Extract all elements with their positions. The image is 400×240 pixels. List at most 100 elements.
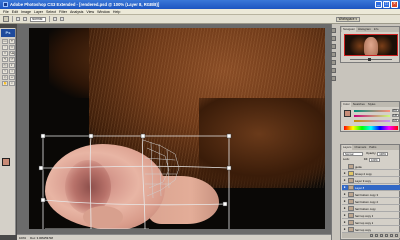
magic-wand-icon[interactable]: ⤧	[9, 45, 15, 50]
layer-row[interactable]: ● hair bottom copy 2	[342, 199, 400, 205]
close-button[interactable]: ×	[391, 1, 398, 8]
warp-transform-grid[interactable]	[29, 28, 325, 229]
brush-tool-icon[interactable]: ✎	[2, 57, 8, 62]
green-slider[interactable]	[354, 115, 390, 117]
blue-value[interactable]: 121	[392, 119, 399, 122]
blend-mode-dropdown[interactable]: Normal	[343, 151, 363, 156]
layer-style-icon[interactable]	[375, 234, 378, 237]
cancel-icon[interactable]	[60, 17, 64, 21]
visibility-eye-icon[interactable]: ●	[342, 178, 347, 183]
color-spectrum[interactable]	[344, 126, 398, 130]
dodge-tool-icon[interactable]: ◐	[9, 63, 15, 68]
new-group-icon[interactable]	[385, 234, 388, 237]
foreground-color[interactable]	[2, 158, 10, 166]
history-icon[interactable]	[331, 28, 336, 33]
tab-layers[interactable]: Layers	[342, 145, 353, 150]
menu-view[interactable]: View	[86, 10, 94, 14]
red-value[interactable]: 201	[392, 109, 399, 112]
tab-swatches[interactable]: Swatches	[352, 102, 366, 107]
tab-channels[interactable]: Channels	[353, 145, 367, 150]
warp-handle[interactable]	[40, 197, 46, 203]
brushes-icon[interactable]	[331, 44, 336, 49]
pencil-tool-icon[interactable]: ✑	[9, 57, 15, 62]
visibility-eye-icon[interactable]: ●	[342, 220, 347, 225]
opacity-field[interactable]: 100%	[377, 151, 389, 156]
menu-filter[interactable]: Filter	[59, 10, 67, 14]
maximize-button[interactable]: □	[383, 1, 390, 8]
pen-tool-icon[interactable]: ⌁	[2, 69, 8, 74]
layer-row[interactable]: ● hair bottom copy 3	[342, 192, 400, 198]
menu-file[interactable]: File	[3, 10, 9, 14]
workspace-button[interactable]: Workspace ▾	[335, 17, 360, 22]
tab-navigator[interactable]: Navigator	[342, 27, 356, 32]
warp-handle[interactable]	[222, 201, 228, 207]
visibility-eye-icon[interactable]	[342, 164, 347, 169]
menu-help[interactable]: Help	[113, 10, 120, 14]
tab-styles[interactable]: Styles	[367, 102, 377, 107]
delete-layer-icon[interactable]	[395, 234, 398, 237]
zoom-tool-icon[interactable]: ⌕	[9, 81, 15, 86]
layer-row[interactable]: ● hair top copy 3	[342, 213, 400, 219]
visibility-eye-icon[interactable]: ●	[342, 227, 347, 232]
menu-window[interactable]: Window	[97, 10, 110, 14]
menu-analysis[interactable]: Analysis	[70, 10, 83, 14]
menu-image[interactable]: Image	[21, 10, 31, 14]
new-layer-icon[interactable]	[390, 234, 393, 237]
option-toggle-icon[interactable]	[23, 17, 27, 21]
actions-icon[interactable]	[331, 36, 336, 41]
title-bar[interactable]: Adobe Photoshop CS3 Extended - [rendered…	[0, 0, 400, 9]
color-swatch[interactable]	[344, 110, 351, 117]
warp-handle[interactable]	[38, 165, 44, 171]
visibility-eye-icon[interactable]: ●	[342, 206, 347, 211]
commit-icon[interactable]	[53, 17, 57, 21]
clone-stamp-icon[interactable]: ⎘	[2, 63, 8, 68]
tab-color[interactable]: Color	[342, 102, 351, 107]
layer-row[interactable]: ● hair top copy 2	[342, 220, 400, 226]
visibility-eye-icon[interactable]: ●	[342, 213, 347, 218]
color-swatches[interactable]	[2, 158, 14, 170]
mode-dropdown[interactable]: Normal	[30, 16, 46, 22]
fill-field[interactable]: 100%	[369, 157, 381, 162]
visibility-eye-icon[interactable]: ●	[342, 199, 347, 204]
move-tool-icon[interactable]: ⌖	[9, 39, 15, 44]
layer-group-row[interactable]: ● Group 2 copy	[342, 171, 400, 177]
tab-histogram[interactable]: Histogram	[357, 27, 372, 32]
layer-row[interactable]: ● hair bottom copy	[342, 206, 400, 212]
warp-handle[interactable]	[226, 165, 232, 171]
warp-handle[interactable]	[226, 133, 232, 139]
zoom-slider-knob[interactable]	[368, 58, 371, 61]
layer-row[interactable]: ● Layer 9 copy	[342, 178, 400, 184]
layer-row[interactable]: guide	[342, 164, 400, 170]
tool-preset-icon[interactable]	[3, 16, 9, 22]
green-value[interactable]: 142	[392, 114, 399, 117]
paragraph-icon[interactable]	[331, 76, 336, 81]
tool-presets-icon[interactable]	[331, 52, 336, 57]
marquee-tool-icon[interactable]: ▭	[2, 39, 8, 44]
warp-handle[interactable]	[40, 133, 46, 139]
tab-paths[interactable]: Paths	[368, 145, 377, 150]
visibility-eye-icon[interactable]: ●	[342, 192, 347, 197]
warp-handle[interactable]	[88, 133, 94, 139]
warp-handle[interactable]	[140, 133, 146, 139]
blue-slider[interactable]	[354, 120, 390, 122]
canvas[interactable]	[29, 28, 325, 229]
eraser-tool-icon[interactable]: ⌫	[9, 51, 15, 56]
layer-row-selected[interactable]: ● Layer 8	[342, 185, 400, 191]
clone-source-icon[interactable]	[331, 60, 336, 65]
menu-edit[interactable]: Edit	[12, 10, 18, 14]
shape-tool-icon[interactable]: ▱	[9, 75, 15, 80]
crop-tool-icon[interactable]: ⌗	[2, 51, 8, 56]
zoom-level[interactable]: 100%	[19, 236, 26, 240]
path-select-icon[interactable]: ◇	[2, 75, 8, 80]
add-mask-icon[interactable]	[380, 234, 383, 237]
lasso-tool-icon[interactable]: ◌	[2, 45, 8, 50]
navigator-thumbnail[interactable]	[344, 34, 398, 56]
menu-layer[interactable]: Layer	[34, 10, 43, 14]
type-tool-icon[interactable]: T	[9, 69, 15, 74]
menu-select[interactable]: Select	[46, 10, 56, 14]
red-slider[interactable]	[354, 110, 390, 112]
character-icon[interactable]	[331, 68, 336, 73]
visibility-eye-icon[interactable]: ●	[342, 185, 347, 190]
link-layers-icon[interactable]	[370, 234, 373, 237]
tab-info[interactable]: Info	[373, 27, 380, 32]
